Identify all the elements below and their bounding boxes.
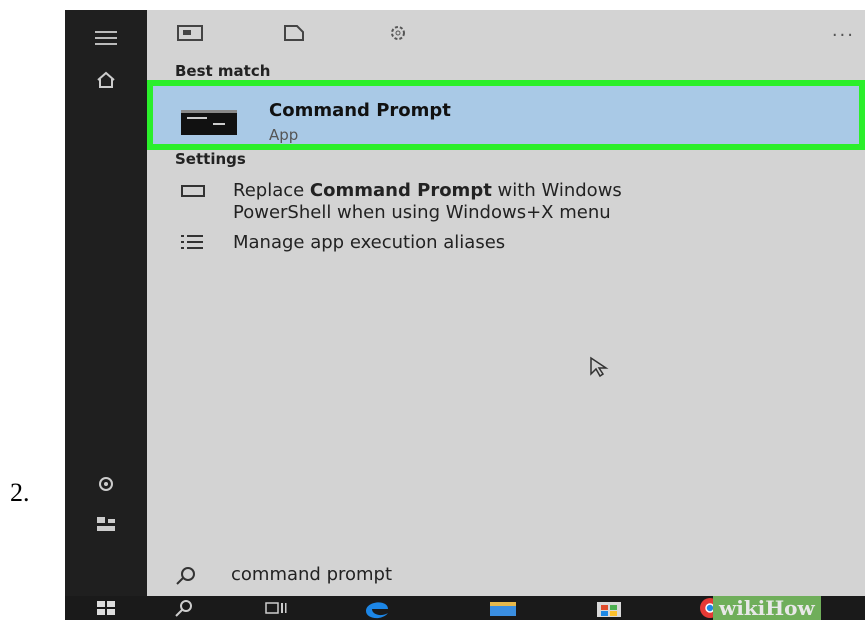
setting-text-prefix: Replace bbox=[233, 180, 310, 201]
left-rail bbox=[65, 10, 147, 596]
windows-start-icon[interactable] bbox=[91, 598, 121, 618]
search-input[interactable]: command prompt bbox=[231, 564, 392, 585]
wikihow-watermark: wikiHow bbox=[713, 596, 821, 620]
setting-item-app-aliases[interactable]: Manage app execution aliases bbox=[181, 232, 831, 256]
best-match-subtitle: App bbox=[269, 126, 299, 144]
setting-text-line2: PowerShell when using Windows+X menu bbox=[233, 202, 611, 223]
monitor-icon bbox=[181, 182, 207, 200]
task-view-icon[interactable] bbox=[261, 598, 291, 618]
edge-browser-icon[interactable] bbox=[357, 598, 397, 619]
taskbar-search-icon[interactable] bbox=[169, 598, 199, 618]
best-match-result[interactable]: Command Prompt App bbox=[147, 80, 865, 150]
setting-item-label: Manage app execution aliases bbox=[233, 232, 506, 253]
settings-heading: Settings bbox=[175, 150, 246, 168]
search-filter-bar: ... bbox=[147, 10, 865, 56]
step-number: 2. bbox=[10, 478, 30, 507]
apps-filter-icon[interactable] bbox=[175, 22, 205, 44]
documents-filter-icon[interactable] bbox=[279, 22, 309, 44]
best-match-title: Command Prompt bbox=[269, 100, 451, 121]
setting-item-text: Replace Command Prompt with Windows Powe… bbox=[233, 180, 622, 224]
setting-text-bold: Command Prompt bbox=[309, 180, 492, 201]
best-match-heading: Best match bbox=[175, 62, 271, 80]
setting-item-replace-powershell[interactable]: Replace Command Prompt with Windows Powe… bbox=[181, 180, 831, 224]
search-icon bbox=[175, 566, 197, 590]
command-prompt-icon bbox=[181, 110, 237, 135]
more-options-button[interactable]: ... bbox=[832, 20, 855, 41]
hamburger-menu-icon[interactable] bbox=[91, 26, 121, 50]
settings-gear-icon[interactable] bbox=[91, 472, 121, 496]
search-results-panel: ... Best match Command Prompt App Settin… bbox=[147, 10, 865, 596]
start-menu-screenshot: ... Best match Command Prompt App Settin… bbox=[65, 10, 865, 620]
mouse-pointer-icon bbox=[589, 356, 611, 382]
setting-text-suffix: with Windows bbox=[491, 180, 622, 201]
search-box[interactable]: command prompt bbox=[147, 554, 865, 596]
home-icon[interactable] bbox=[91, 68, 121, 92]
file-explorer-icon[interactable] bbox=[483, 598, 523, 618]
list-icon bbox=[181, 234, 207, 252]
store-icon[interactable] bbox=[589, 598, 629, 618]
settings-filter-icon[interactable] bbox=[383, 22, 413, 44]
user-icon[interactable] bbox=[91, 512, 121, 536]
